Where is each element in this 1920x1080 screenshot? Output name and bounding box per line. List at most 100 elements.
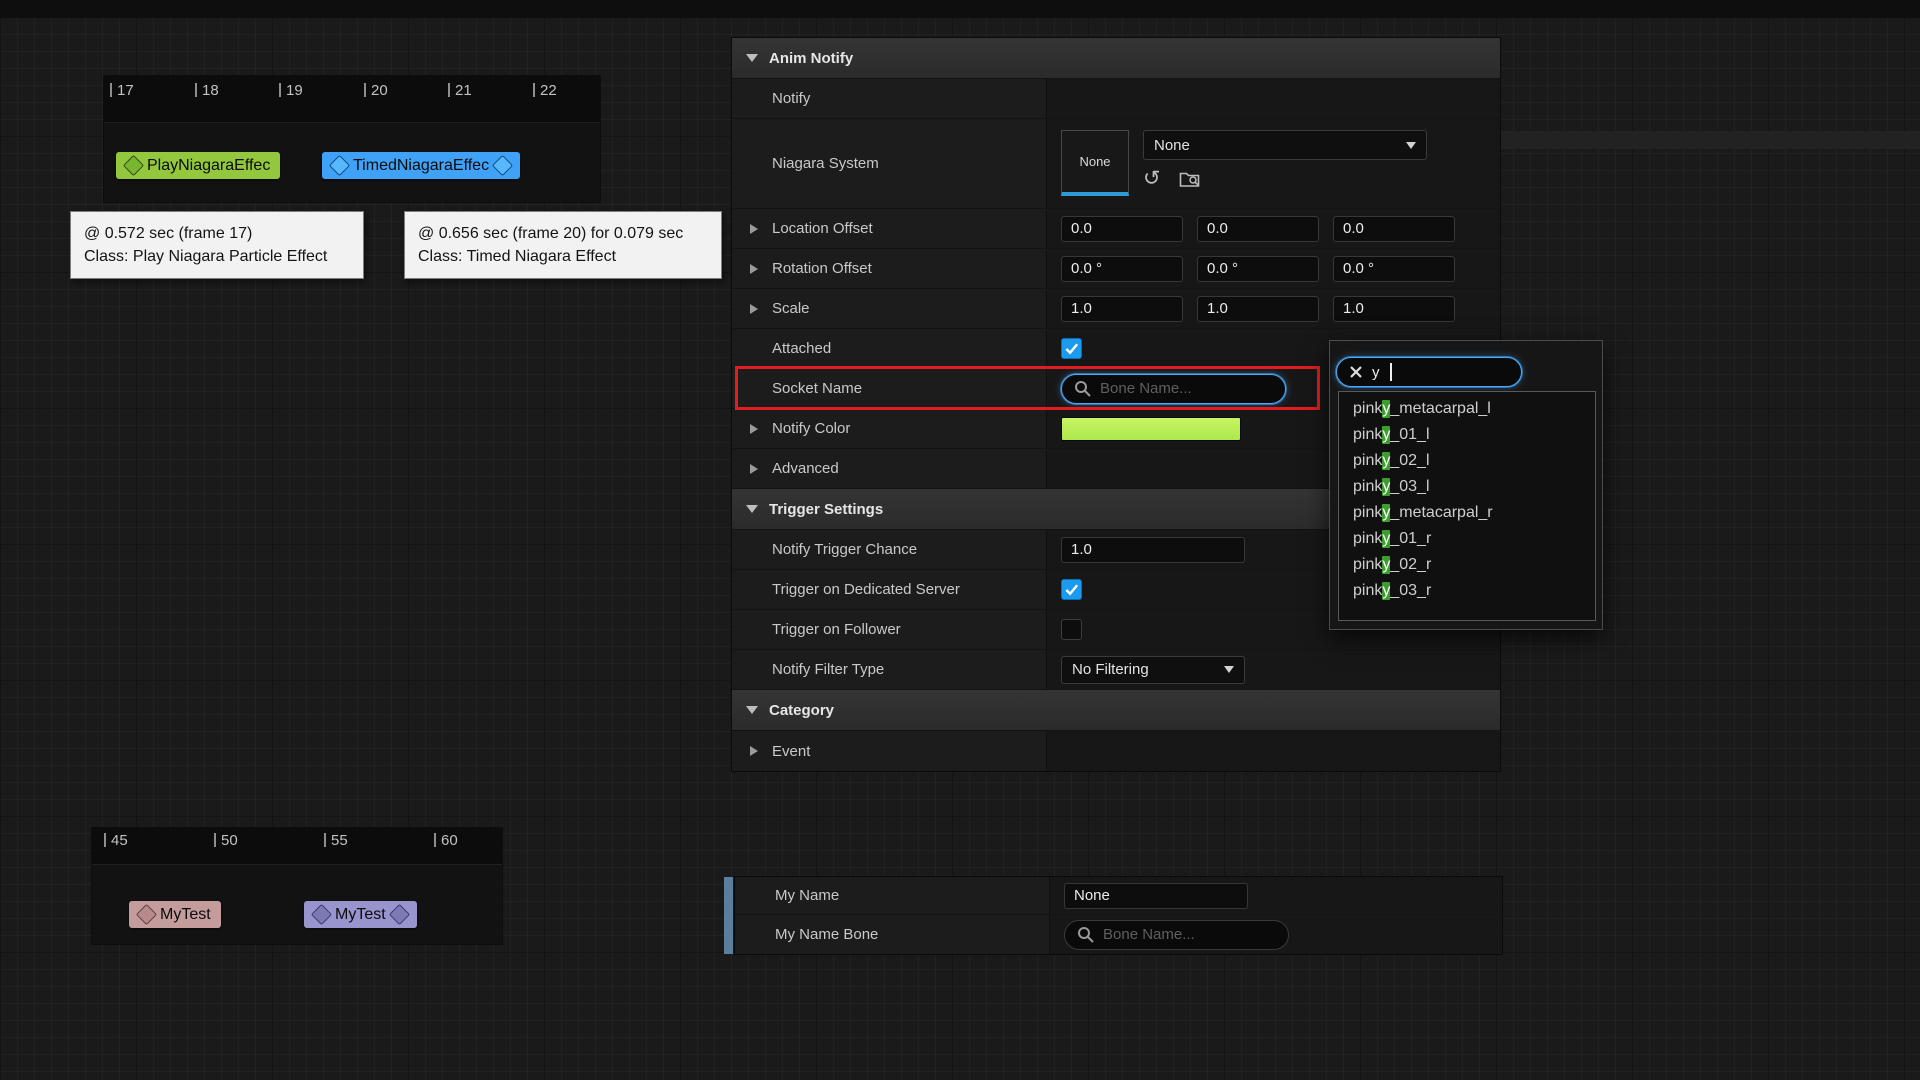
row-value: 1.0 1.0 1.0: [1047, 289, 1500, 328]
bottom-edge-band: [0, 0, 1920, 18]
rotation-z-field[interactable]: 0.0 °: [1333, 256, 1455, 282]
frame-tick: 21: [448, 83, 472, 98]
bone-option[interactable]: pinky_03_l: [1339, 474, 1595, 500]
label-text: Scale: [772, 300, 810, 317]
label-text: Event: [772, 743, 810, 760]
row-my-name-bone: My Name Bone Bone Name...: [735, 915, 1502, 954]
tick-mark: [364, 83, 366, 97]
row-value: [1047, 731, 1500, 771]
tooltip-time-line: @ 0.656 sec (frame 20) for 0.079 sec: [418, 222, 708, 245]
notify-tag-play-niagara[interactable]: PlayNiagaraEffec: [116, 152, 280, 179]
input-placeholder: Bone Name...: [1100, 380, 1192, 397]
section-header-anim-notify[interactable]: Anim Notify: [732, 38, 1500, 79]
chevron-down-icon: [1406, 142, 1416, 149]
notify-diamond-icon[interactable]: [136, 904, 157, 925]
option-text: _metacarpal_r: [1390, 504, 1492, 522]
bone-option[interactable]: pinky_02_l: [1339, 448, 1595, 474]
option-text: pink: [1353, 530, 1382, 548]
location-y-field[interactable]: 0.0: [1197, 216, 1319, 242]
row-rotation-offset: Rotation Offset 0.0 ° 0.0 ° 0.0 °: [732, 249, 1500, 289]
option-text: pink: [1353, 426, 1382, 444]
chevron-down-icon: [1224, 666, 1234, 673]
search-icon: [1074, 380, 1091, 397]
notify-color-swatch[interactable]: [1061, 417, 1241, 441]
notify-filter-type-combobox[interactable]: No Filtering: [1061, 656, 1245, 684]
attached-checkbox[interactable]: [1061, 338, 1082, 359]
bone-option[interactable]: pinky_01_r: [1339, 526, 1595, 552]
label-text: Trigger on Follower: [772, 621, 901, 638]
label-text: My Name Bone: [775, 926, 878, 943]
frame-number: 20: [371, 83, 388, 98]
row-label: Niagara System: [732, 119, 1047, 208]
bone-option[interactable]: pinky_01_l: [1339, 422, 1595, 448]
location-z-field[interactable]: 0.0: [1333, 216, 1455, 242]
field-value: 0.0 °: [1343, 260, 1374, 277]
notify-diamond-icon[interactable]: [311, 904, 332, 925]
label-text: Location Offset: [772, 220, 873, 237]
field-value: 1.0: [1071, 541, 1092, 558]
option-text: _03_r: [1390, 582, 1431, 600]
row-label: Event: [732, 731, 1047, 771]
frame-number: 18: [202, 83, 219, 98]
section-header-category[interactable]: Category: [732, 690, 1500, 731]
expand-arrow-icon[interactable]: [750, 424, 758, 434]
expand-arrow-icon[interactable]: [750, 224, 758, 234]
frame-number: 60: [441, 833, 458, 848]
option-text: pink: [1353, 452, 1382, 470]
notify-diamond-icon[interactable]: [492, 155, 513, 176]
row-value: No Filtering: [1047, 650, 1500, 689]
my-name-field[interactable]: None: [1064, 883, 1248, 909]
trigger-chance-field[interactable]: 1.0: [1061, 537, 1245, 563]
scale-z-field[interactable]: 1.0: [1333, 296, 1455, 322]
row-scale: Scale 1.0 1.0 1.0: [732, 289, 1500, 329]
notify-tag-timed-niagara[interactable]: TimedNiagaraEffec: [322, 152, 520, 179]
location-x-field[interactable]: 0.0: [1061, 216, 1183, 242]
expand-arrow-icon[interactable]: [750, 264, 758, 274]
expand-arrow-icon[interactable]: [750, 746, 758, 756]
frame-number: 21: [455, 83, 472, 98]
input-placeholder: Bone Name...: [1103, 926, 1195, 943]
scale-x-field[interactable]: 1.0: [1061, 296, 1183, 322]
follower-checkbox[interactable]: [1061, 619, 1082, 640]
bone-option[interactable]: pinky_03_r: [1339, 578, 1595, 604]
browse-to-asset-icon[interactable]: [1179, 169, 1200, 188]
frame-tick: 19: [279, 83, 303, 98]
frame-ruler-bottom[interactable]: 45 50 55 60: [92, 828, 502, 865]
tick-mark: [279, 83, 281, 97]
use-selected-asset-icon[interactable]: ↺: [1143, 168, 1161, 189]
notify-tag-mytest-2[interactable]: MyTest: [304, 901, 417, 928]
label-text: Socket Name: [772, 380, 862, 397]
asset-thumbnail-label: None: [1079, 154, 1110, 169]
expand-arrow-icon[interactable]: [750, 304, 758, 314]
rotation-y-field[interactable]: 0.0 °: [1197, 256, 1319, 282]
notify-diamond-icon[interactable]: [123, 155, 144, 176]
rotation-x-field[interactable]: 0.0 °: [1061, 256, 1183, 282]
asset-thumbnail[interactable]: None: [1061, 130, 1129, 196]
field-value: 0.0: [1343, 220, 1364, 237]
row-label: Notify Color: [732, 409, 1047, 448]
option-text: pink: [1353, 400, 1382, 418]
row-notify: Notify: [732, 79, 1500, 119]
notify-diamond-icon[interactable]: [329, 155, 350, 176]
niagara-system-combobox[interactable]: None: [1143, 130, 1427, 160]
clear-search-icon[interactable]: [1349, 365, 1363, 379]
bone-option-list: pinky_metacarpal_l pinky_01_l pinky_02_l…: [1338, 391, 1596, 621]
bone-search-input[interactable]: y: [1336, 357, 1522, 387]
field-value: 0.0 °: [1071, 260, 1102, 277]
row-value: [1047, 79, 1500, 118]
combobox-value: No Filtering: [1072, 661, 1149, 678]
label-text: Niagara System: [772, 155, 879, 172]
notify-diamond-icon[interactable]: [389, 904, 410, 925]
frame-ruler-top[interactable]: 17 18 19 20 21 22: [104, 76, 600, 123]
bone-option[interactable]: pinky_02_r: [1339, 552, 1595, 578]
my-name-bone-search-input[interactable]: Bone Name...: [1064, 920, 1289, 950]
socket-name-search-input[interactable]: Bone Name...: [1061, 374, 1286, 404]
expand-arrow-icon[interactable]: [750, 464, 758, 474]
notify-tag-mytest-1[interactable]: MyTest: [129, 901, 221, 928]
section-title: Trigger Settings: [769, 501, 883, 518]
dedicated-server-checkbox[interactable]: [1061, 579, 1082, 600]
bone-option[interactable]: pinky_metacarpal_r: [1339, 500, 1595, 526]
scale-y-field[interactable]: 1.0: [1197, 296, 1319, 322]
frame-tick: 17: [110, 83, 134, 98]
bone-option[interactable]: pinky_metacarpal_l: [1339, 396, 1595, 422]
